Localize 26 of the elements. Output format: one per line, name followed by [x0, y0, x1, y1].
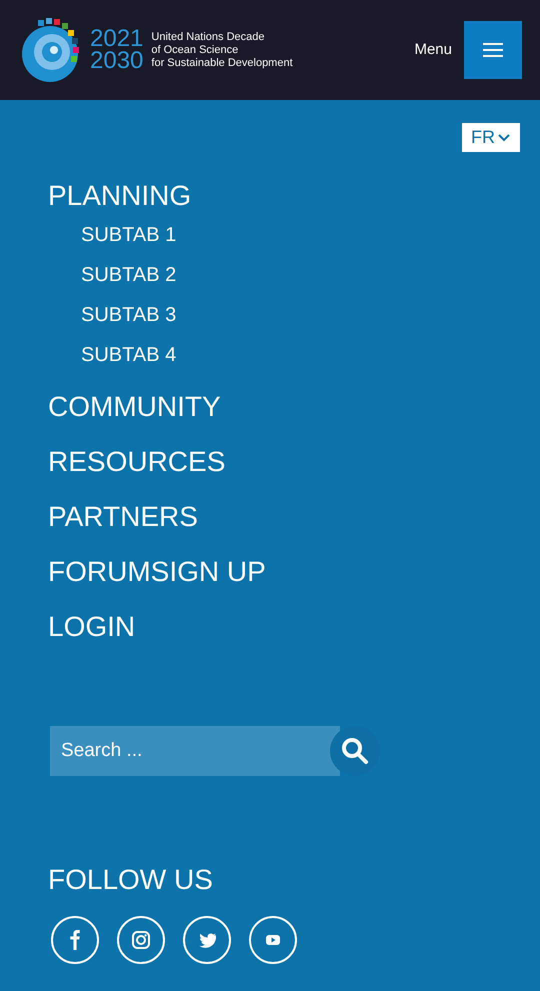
social-link[interactable]	[183, 916, 231, 964]
chevron-down-icon	[497, 132, 511, 142]
nav-link[interactable]: LOGIN	[48, 599, 136, 654]
subnav-link[interactable]: SUBTAB 4	[81, 335, 176, 375]
logo-year: 2021	[90, 28, 144, 50]
search-field[interactable]: Search ...	[50, 726, 340, 776]
menu-button[interactable]	[464, 21, 522, 79]
social-link[interactable]	[51, 916, 99, 964]
nav-link[interactable]: COMMUNITY	[48, 379, 221, 434]
logo-text: for Sustainable Development	[151, 56, 293, 70]
facebook-icon	[70, 930, 80, 950]
nav-link[interactable]: FORUMSIGN UP	[48, 544, 266, 599]
nav-link[interactable]: RESOURCES	[48, 434, 226, 489]
subnav-link[interactable]: SUBTAB 2	[81, 255, 176, 295]
logo-text: United Nations Decade	[151, 30, 266, 44]
language-selector[interactable]: FR	[462, 123, 520, 152]
menu-label: Menu	[414, 40, 452, 60]
menu-icon	[483, 43, 503, 57]
logo-text: of Ocean Science	[151, 44, 240, 56]
follow-heading: FOLLOW US	[48, 864, 214, 896]
subnav-link[interactable]: SUBTAB 3	[81, 295, 176, 335]
social-link[interactable]	[117, 916, 165, 964]
social-link[interactable]	[249, 916, 297, 964]
nav-link[interactable]: PARTNERS	[48, 489, 198, 544]
search-icon	[340, 736, 370, 766]
logo-year: 2030	[90, 50, 144, 72]
